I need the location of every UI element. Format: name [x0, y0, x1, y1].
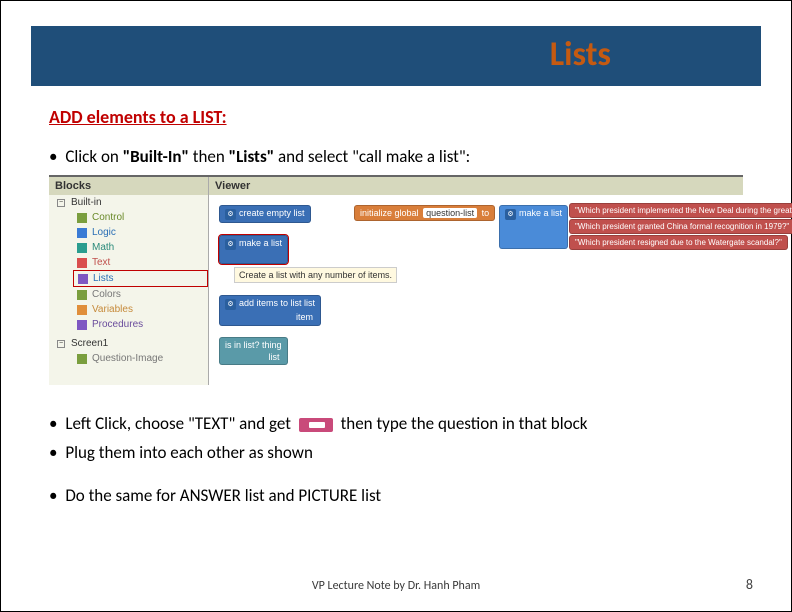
bullet-2: Left Click, choose "TEXT" and get then t… [49, 413, 743, 434]
add-items-item-label: item [225, 310, 315, 322]
procedures-label: Procedures [92, 319, 143, 330]
variables-icon [77, 305, 87, 315]
control-label: Control [92, 212, 124, 223]
variables-label: Variables [92, 304, 133, 315]
block-is-in-list[interactable]: is in list? thing list [219, 337, 288, 365]
logic-icon [77, 228, 87, 238]
bullet-2-text-a: Left Click, choose "TEXT" and get [65, 413, 291, 434]
palette-control[interactable]: Control [49, 210, 208, 225]
is-in-list-label: is in list? thing [225, 340, 282, 350]
palette-math[interactable]: Math [49, 240, 208, 255]
palette-lists-highlighted[interactable]: Lists [73, 270, 208, 287]
content-area: ADD elements to a LIST: Click on "Built-… [49, 106, 743, 514]
make-a-list-label-2: make a list [519, 208, 562, 218]
builtin-label: Built-in [71, 197, 102, 208]
math-label: Math [92, 242, 114, 253]
component-question-image[interactable]: Question-Image [49, 351, 208, 366]
palette-procedures[interactable]: Procedures [49, 317, 208, 332]
colors-icon [77, 290, 87, 300]
block-make-a-list-highlighted[interactable]: ⚙make a list [219, 235, 288, 264]
logic-label: Logic [92, 227, 116, 238]
screen-tree-item[interactable]: − Screen1 [49, 336, 208, 351]
collapse-icon-2[interactable]: − [57, 340, 65, 348]
slide-title: Lists [550, 34, 611, 75]
bullet-1: Click on "Built-In" then "Lists" and sel… [49, 146, 743, 167]
blocks-panel-title: Blocks [49, 177, 208, 195]
block-question-2[interactable]: "Which president granted China formal re… [569, 219, 792, 234]
collapse-icon[interactable]: − [57, 199, 65, 207]
gear-icon-4: ⚙ [505, 209, 516, 220]
bullet-4: Do the same for ANSWER list and PICTURE … [49, 485, 743, 506]
bullet-3: Plug them into each other as shown [49, 442, 743, 463]
text-icon [77, 258, 87, 268]
block-make-a-list-assembled[interactable]: ⚙make a list [499, 205, 568, 249]
header-bar: Lists [31, 26, 761, 86]
init-global-label: initialize global [360, 208, 419, 218]
block-add-items-to-list[interactable]: ⚙add items to list list item [219, 295, 321, 326]
add-items-label: add items to list list [239, 298, 315, 308]
block-initialize-global[interactable]: initialize global question-list to [354, 205, 495, 221]
qimage-icon [77, 354, 87, 364]
create-empty-list-label: create empty list [239, 208, 305, 218]
question-1-text[interactable]: Which president implemented the New Deal… [578, 206, 792, 215]
app-inventor-screenshot: Blocks − Built-in Control Logic Math Tex… [49, 175, 743, 385]
builtin-tree-item[interactable]: − Built-in [49, 195, 208, 210]
palette-colors[interactable]: Colors [49, 287, 208, 302]
blocks-panel: Blocks − Built-in Control Logic Math Tex… [49, 177, 209, 385]
section-heading: ADD elements to a LIST: [49, 106, 743, 128]
inline-text-block-icon [299, 418, 333, 432]
palette-text[interactable]: Text [49, 255, 208, 270]
qimage-label: Question-Image [92, 353, 163, 364]
bullet-1-text-a: Click on [65, 146, 122, 167]
block-question-3[interactable]: "Which president resigned due to the Wat… [569, 235, 788, 250]
control-icon [77, 213, 87, 223]
is-in-list-list-label: list [225, 350, 282, 362]
math-icon [77, 243, 87, 253]
text-label: Text [92, 257, 110, 268]
gear-icon: ⚙ [225, 209, 236, 220]
question-3-text[interactable]: Which president resigned due to the Wate… [578, 238, 779, 247]
tooltip-make-list: Create a list with any number of items. [234, 267, 397, 283]
footer-note: VP Lecture Note by Dr. Hanh Pham [1, 579, 791, 593]
gear-icon-2: ⚙ [225, 239, 236, 250]
viewer-panel-title: Viewer [209, 177, 743, 195]
block-create-empty-list[interactable]: ⚙create empty list [219, 205, 311, 223]
bullet-1-lists: "Lists" [229, 146, 275, 167]
lists-icon [78, 274, 88, 284]
bullet-2-text-b: then type the question in that block [341, 413, 588, 434]
bullet-1-builtin: "Built-In" [123, 146, 189, 167]
palette-variables[interactable]: Variables [49, 302, 208, 317]
var-name-field[interactable]: question-list [423, 208, 477, 218]
viewer-panel: Viewer ⚙create empty list ⚙make a list C… [209, 177, 743, 385]
bullet-1-text-e: and select "call make a list": [274, 146, 470, 167]
procedures-icon [77, 320, 87, 330]
screen-label: Screen1 [71, 338, 108, 349]
bullet-1-text-c: then [189, 146, 229, 167]
gear-icon-3: ⚙ [225, 299, 236, 310]
slide: Lists ADD elements to a LIST: Click on "… [0, 0, 792, 612]
palette-logic[interactable]: Logic [49, 225, 208, 240]
lists-label: Lists [93, 273, 114, 284]
colors-label: Colors [92, 289, 121, 300]
make-a-list-label: make a list [239, 238, 282, 248]
question-2-text[interactable]: Which president granted China formal rec… [578, 222, 787, 231]
block-question-1[interactable]: " ""Which president implemented the New … [569, 203, 792, 218]
to-label: to [482, 208, 490, 218]
page-number: 8 [746, 576, 753, 593]
